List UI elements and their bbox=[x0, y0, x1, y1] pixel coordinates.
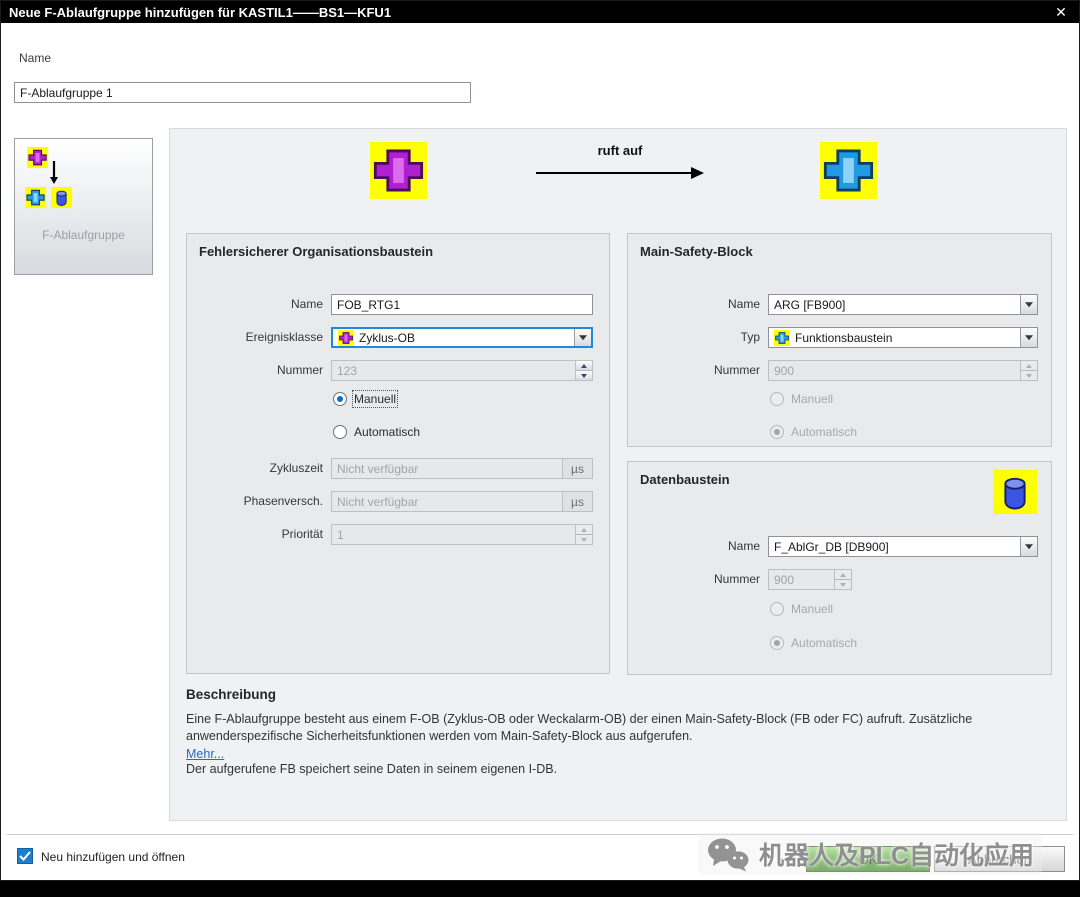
db-name-combobox[interactable]: F_AblGr_DB [DB900] bbox=[768, 536, 1038, 557]
group-name-input[interactable] bbox=[14, 82, 471, 103]
fob-number-label: Nummer bbox=[276, 363, 323, 377]
fob-event-class-label: Ereignisklasse bbox=[245, 330, 323, 344]
f-ablaufgruppe-icon bbox=[25, 147, 73, 209]
description-title: Beschreibung bbox=[186, 687, 277, 702]
radio-dot-icon bbox=[333, 425, 347, 439]
msb-number-input: 900 bbox=[768, 360, 1038, 381]
fob-manual-radio[interactable]: Manuell bbox=[333, 390, 399, 408]
radio-dot-icon bbox=[770, 425, 784, 439]
msb-type-label: Typ bbox=[740, 330, 760, 344]
window-title: Neue F-Ablaufgruppe hinzufügen für KASTI… bbox=[9, 4, 392, 20]
sidebar-item-label: F-Ablaufgruppe bbox=[42, 228, 125, 242]
fob-event-class-value: Zyklus-OB bbox=[359, 330, 416, 345]
msb-type-value: Funktionsbaustein bbox=[795, 330, 893, 345]
radio-dot-icon bbox=[770, 602, 784, 616]
radio-dot-icon bbox=[770, 392, 784, 406]
fob-name-input[interactable]: FOB_RTG1 bbox=[331, 294, 593, 315]
screen: Neue F-Ablaufgruppe hinzufügen für KASTI… bbox=[0, 0, 1080, 897]
main-panel: ruft auf Fehlersicherer Organisationsbau… bbox=[169, 128, 1067, 821]
window-titlebar: Neue F-Ablaufgruppe hinzufügen für KASTI… bbox=[1, 1, 1079, 23]
wechat-icon bbox=[708, 838, 749, 872]
dialog-window: Neue F-Ablaufgruppe hinzufügen für KASTI… bbox=[0, 0, 1080, 881]
fob-automatic-radio[interactable]: Automatisch bbox=[333, 425, 420, 439]
footer-divider bbox=[7, 834, 1073, 835]
new-and-open-checkbox[interactable] bbox=[17, 848, 33, 864]
main-safety-block-icon bbox=[820, 142, 877, 199]
msb-type-dropdown-button[interactable] bbox=[1020, 328, 1037, 347]
fob-cycle-time-label: Zykluszeit bbox=[269, 461, 323, 475]
ok-button[interactable]: OK bbox=[806, 846, 930, 872]
fob-name-label: Name bbox=[290, 297, 323, 311]
db-number-spinner bbox=[834, 570, 851, 589]
db-group-title: Datenbaustein bbox=[640, 472, 730, 487]
description-body2: Der aufgerufene FB speichert seine Daten… bbox=[186, 762, 558, 776]
msb-number-spinner bbox=[1020, 361, 1037, 380]
fob-event-class-combobox[interactable]: Zyklus-OB bbox=[331, 327, 593, 348]
fob-cycle-time-unit: µs bbox=[562, 459, 592, 478]
zyklus-ob-icon bbox=[338, 329, 354, 346]
new-and-open-checkbox-label: Neu hinzufügen und öffnen bbox=[41, 850, 185, 864]
funktionsbaustein-icon bbox=[774, 329, 790, 346]
msb-name-dropdown-button[interactable] bbox=[1020, 295, 1037, 314]
name-label: Name bbox=[19, 51, 52, 65]
fob-event-dropdown-button[interactable] bbox=[574, 329, 591, 346]
fob-number-spinner[interactable] bbox=[575, 361, 592, 380]
cancel-button[interactable]: Abbrechen bbox=[934, 846, 1065, 872]
fob-priority-label: Priorität bbox=[281, 527, 323, 541]
msb-type-combobox[interactable]: Funktionsbaustein bbox=[768, 327, 1038, 348]
close-button[interactable]: ✕ bbox=[1051, 4, 1071, 21]
fob-phase-shift-unit: µs bbox=[562, 492, 592, 511]
main-safety-block-groupbox: Main-Safety-Block Name ARG [FB900] Typ F bbox=[627, 233, 1052, 447]
msb-name-label: Name bbox=[727, 297, 760, 311]
check-icon bbox=[19, 851, 31, 861]
msb-manual-radio: Manuell bbox=[770, 392, 833, 406]
db-automatic-radio: Automatisch bbox=[770, 636, 857, 650]
fob-phase-shift-label: Phasenversch. bbox=[243, 494, 323, 508]
db-name-label: Name bbox=[727, 539, 760, 553]
fob-cycle-time-field: Nicht verfügbar µs bbox=[331, 458, 593, 479]
radio-dot-icon bbox=[770, 636, 784, 650]
more-link[interactable]: Mehr... bbox=[186, 747, 224, 761]
f-ob-icon bbox=[370, 142, 427, 199]
datenbaustein-groupbox: Datenbaustein Name F_AblGr_DB [DB900] Nu… bbox=[627, 461, 1052, 675]
msb-number-label: Nummer bbox=[713, 363, 760, 377]
fob-number-input: 123 bbox=[331, 360, 593, 381]
calls-relation: ruft auf bbox=[530, 143, 710, 180]
msb-automatic-radio: Automatisch bbox=[770, 425, 857, 439]
db-name-dropdown-button[interactable] bbox=[1020, 537, 1037, 556]
datenbaustein-icon bbox=[993, 470, 1037, 514]
fob-priority-spinner bbox=[575, 525, 592, 544]
db-manual-radio: Manuell bbox=[770, 602, 833, 616]
sidebar-item-f-ablaufgruppe[interactable]: F-Ablaufgruppe bbox=[14, 138, 153, 275]
msb-group-title: Main-Safety-Block bbox=[640, 244, 753, 259]
fob-phase-shift-field: Nicht verfügbar µs bbox=[331, 491, 593, 512]
description-section: Beschreibung Eine F-Ablaufgruppe besteht… bbox=[186, 687, 1060, 778]
db-number-input: 900 bbox=[768, 569, 852, 590]
description-body: Eine F-Ablaufgruppe besteht aus einem F-… bbox=[186, 712, 973, 743]
radio-dot-icon bbox=[333, 392, 347, 406]
db-number-label: Nummer bbox=[713, 572, 760, 586]
calls-caption: ruft auf bbox=[597, 143, 643, 158]
calls-arrow-icon bbox=[536, 167, 704, 179]
fob-group-title: Fehlersicherer Organisationsbaustein bbox=[199, 244, 434, 259]
fob-priority-field: 1 bbox=[331, 524, 593, 545]
msb-name-combobox[interactable]: ARG [FB900] bbox=[768, 294, 1038, 315]
fob-groupbox: Fehlersicherer Organisationsbaustein Nam… bbox=[186, 233, 610, 674]
